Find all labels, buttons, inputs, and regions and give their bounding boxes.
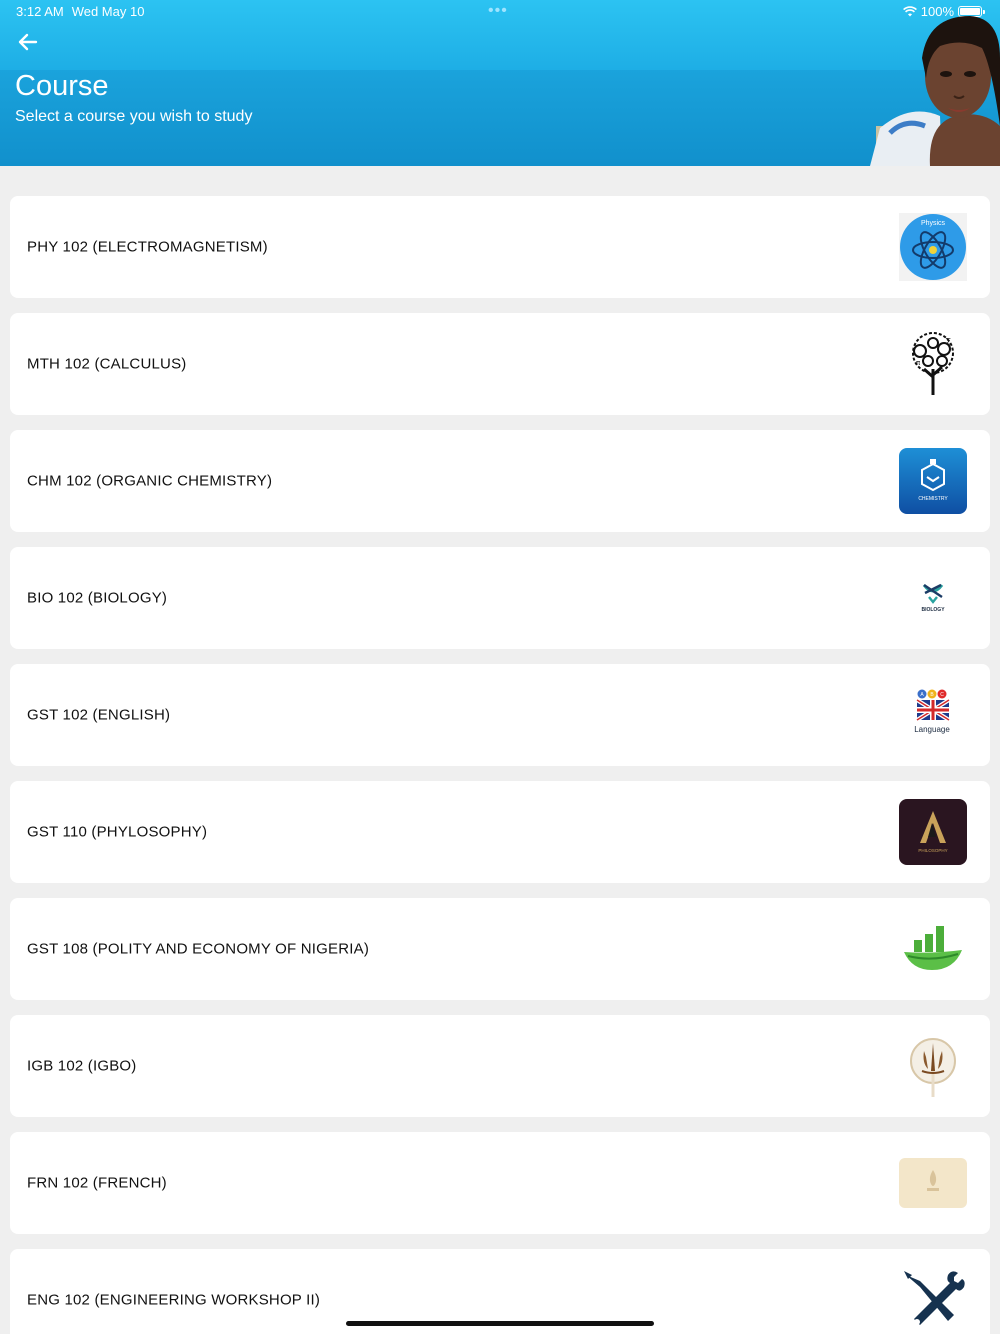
icon-caption: Language (914, 725, 950, 734)
course-item[interactable]: FRN 102 (FRENCH) (10, 1132, 990, 1234)
economy-chart-icon (898, 914, 968, 984)
icon-caption: Physics (921, 220, 946, 227)
course-item[interactable]: GST 108 (POLITY AND ECONOMY OF NIGERIA) (10, 898, 990, 1000)
svg-text:π: π (916, 359, 921, 367)
multitask-dots[interactable]: ••• (488, 3, 508, 19)
course-item[interactable]: GST 110 (PHYLOSOPHY) PHILOSOPHY (10, 781, 990, 883)
header: 3:12 AM Wed May 10 ••• 100% Course Select… (0, 0, 1000, 166)
course-label: GST 102 (ENGLISH) (27, 706, 171, 724)
physics-atom-icon: Physics (898, 212, 968, 282)
home-indicator[interactable] (346, 1321, 654, 1326)
philosophy-icon: PHILOSOPHY (898, 797, 968, 867)
page-title: Course (15, 70, 109, 102)
svg-text:∑: ∑ (946, 337, 951, 345)
page-subtitle: Select a course you wish to study (15, 108, 253, 125)
french-emblem-icon (898, 1148, 968, 1218)
course-label: BIO 102 (BIOLOGY) (27, 589, 168, 607)
course-item[interactable]: IGB 102 (IGBO) (10, 1015, 990, 1117)
course-item[interactable]: MTH 102 (CALCULUS) π ∑ (10, 313, 990, 415)
course-item[interactable]: BIO 102 (BIOLOGY) BIOLOGY (10, 547, 990, 649)
icon-caption: BIOLOGY (921, 607, 945, 613)
svg-text:C: C (940, 692, 944, 698)
icon-caption: CHEMISTRY (918, 496, 948, 502)
course-label: GST 110 (PHYLOSOPHY) (27, 823, 208, 841)
math-tree-icon: π ∑ (898, 329, 968, 399)
course-item[interactable]: GST 102 (ENGLISH) A B C Language (10, 664, 990, 766)
igbo-emblem-icon (898, 1031, 968, 1101)
course-label: ENG 102 (ENGINEERING WORKSHOP II) (27, 1291, 321, 1309)
status-date: Wed May 10 (71, 4, 145, 19)
back-arrow-icon[interactable] (14, 30, 42, 54)
status-bar: 3:12 AM Wed May 10 (16, 4, 144, 19)
course-item[interactable]: CHM 102 (ORGANIC CHEMISTRY) CHEMISTRY (10, 430, 990, 532)
course-label: PHY 102 (ELECTROMAGNETISM) (27, 238, 268, 256)
chemistry-flask-icon: CHEMISTRY (898, 446, 968, 516)
student-photo (870, 16, 1000, 166)
course-label: IGB 102 (IGBO) (27, 1057, 137, 1075)
biology-dna-icon: BIOLOGY (898, 563, 968, 633)
tools-wrench-icon (898, 1265, 968, 1334)
language-flag-icon: A B C Language (898, 680, 968, 750)
icon-caption: PHILOSOPHY (918, 848, 947, 853)
course-label: FRN 102 (FRENCH) (27, 1174, 167, 1192)
course-label: MTH 102 (CALCULUS) (27, 355, 187, 373)
course-label: GST 108 (POLITY AND ECONOMY OF NIGERIA) (27, 940, 370, 958)
status-time: 3:12 AM (16, 4, 64, 19)
course-item[interactable]: PHY 102 (ELECTROMAGNETISM) Physics (10, 196, 990, 298)
course-label: CHM 102 (ORGANIC CHEMISTRY) (27, 472, 273, 490)
